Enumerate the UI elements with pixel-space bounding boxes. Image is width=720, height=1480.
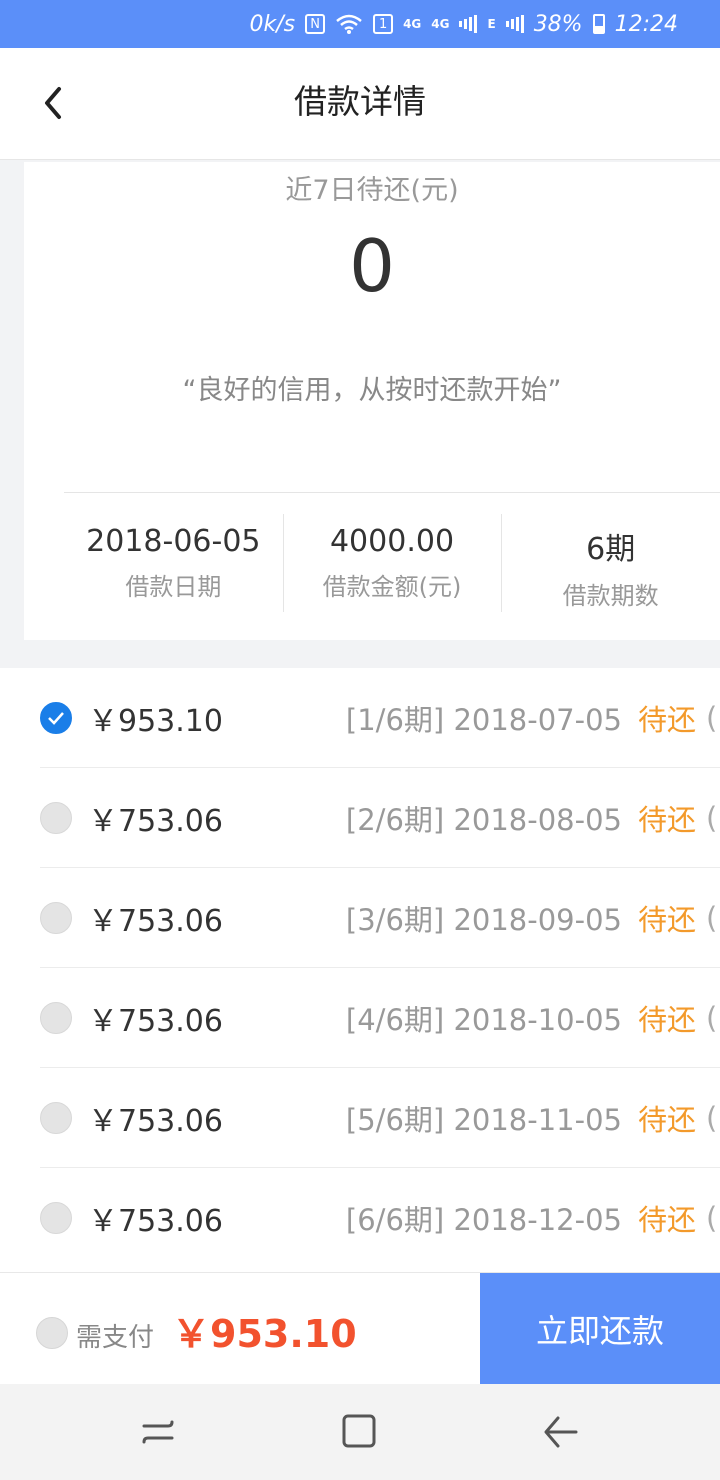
nfc-icon: N xyxy=(305,14,326,34)
installment-row[interactable]: ￥753.06 [5/6期] 2018-11-05 待还 ( xyxy=(40,1068,720,1168)
back-button[interactable] xyxy=(28,78,78,128)
installment-row[interactable]: ￥753.06 [2/6期] 2018-08-05 待还 ( xyxy=(40,768,720,868)
network-type-2: 4G xyxy=(431,17,450,31)
stat-value: 2018-06-05 xyxy=(86,524,261,559)
repay-now-button[interactable]: 立即还款 xyxy=(480,1273,720,1385)
installment-row[interactable]: ￥753.06 [3/6期] 2018-09-05 待还 ( xyxy=(40,868,720,968)
checkbox-unchecked-icon[interactable] xyxy=(40,801,72,834)
installment-row[interactable]: ￥753.06 [4/6期] 2018-10-05 待还 ( xyxy=(40,968,720,1068)
loan-summary-card: 近7日待还(元) 0 “良好的信用，从按时还款开始” 2018-06-05 借款… xyxy=(24,162,720,640)
installment-status: 待还 xyxy=(637,902,696,937)
installment-period: [1/6期] 2018-07-05 xyxy=(345,702,622,737)
due-7-days-amount: 0 xyxy=(349,224,395,308)
battery-icon xyxy=(592,14,605,34)
stat-label: 借款日期 xyxy=(125,573,222,601)
installment-period: [5/6期] 2018-11-05 xyxy=(345,1102,622,1137)
back-nav-icon[interactable] xyxy=(540,1412,580,1452)
system-nav-bar xyxy=(0,1384,720,1480)
installment-period: [4/6期] 2018-10-05 xyxy=(345,1002,622,1037)
installment-amount: ￥953.10 xyxy=(88,703,223,739)
checkbox-unchecked-icon[interactable] xyxy=(40,1001,72,1034)
installment-status: 待还 xyxy=(637,702,696,737)
chevron-right-icon: ( xyxy=(706,1100,718,1135)
network-type-3: E xyxy=(487,17,496,31)
loan-stats: 2018-06-05 借款日期 4000.00 借款金额(元) 6期 借款期数 xyxy=(64,514,720,612)
installment-row[interactable]: ￥753.06 [6/6期] 2018-12-05 待还 ( xyxy=(40,1168,720,1268)
status-bar: 0k/s N 1 4G 4G E 38% 12:24 xyxy=(0,0,720,48)
installment-amount: ￥753.06 xyxy=(88,1103,223,1139)
due-7-days-label: 近7日待还(元) xyxy=(285,175,459,206)
wifi-badge: 1 xyxy=(373,14,394,34)
checkbox-unchecked-icon[interactable] xyxy=(40,1202,72,1234)
chevron-right-icon: ( xyxy=(706,1201,718,1235)
stat-value: 6期 xyxy=(586,532,636,567)
battery-percent: 38% xyxy=(533,11,583,37)
network-type-1: 4G xyxy=(403,17,422,31)
installment-period: [3/6期] 2018-09-05 xyxy=(345,902,622,937)
checkbox-unchecked-icon[interactable] xyxy=(40,1101,72,1134)
installment-status: 待还 xyxy=(637,1002,696,1037)
credit-slogan: “良好的信用，从按时还款开始” xyxy=(182,375,562,406)
signal-icon-2 xyxy=(505,14,524,34)
page-title: 借款详情 xyxy=(294,82,426,121)
installment-period: [6/6期] 2018-12-05 xyxy=(345,1203,622,1237)
installment-amount: ￥753.06 xyxy=(88,1204,223,1239)
installment-row[interactable]: ￥953.10 [1/6期] 2018-07-05 待还 ( xyxy=(40,668,720,768)
recent-apps-icon[interactable] xyxy=(138,1412,178,1452)
installment-amount: ￥753.06 xyxy=(88,1003,223,1039)
stat-loan-periods: 6期 借款期数 xyxy=(501,514,720,612)
clock: 12:24 xyxy=(614,11,678,37)
chevron-right-icon: ( xyxy=(706,800,718,835)
home-icon[interactable] xyxy=(340,1412,380,1452)
header: 借款详情 xyxy=(0,48,720,160)
network-speed: 0k/s xyxy=(249,11,296,37)
installment-list: ￥953.10 [1/6期] 2018-07-05 待还 ( ￥753.06 [… xyxy=(0,668,720,1272)
installment-status: 待还 xyxy=(637,802,696,837)
stat-loan-date: 2018-06-05 借款日期 xyxy=(64,514,283,612)
pay-label: 需支付 xyxy=(76,1323,155,1353)
checkbox-unchecked-icon[interactable] xyxy=(40,901,72,934)
stat-label: 借款金额(元) xyxy=(322,573,462,601)
chevron-right-icon: ( xyxy=(706,1000,718,1035)
select-all-checkbox[interactable] xyxy=(36,1317,68,1349)
chevron-right-icon: ( xyxy=(706,900,718,935)
stat-value: 4000.00 xyxy=(329,524,455,559)
pay-bar: 需支付 ￥953.10 立即还款 xyxy=(0,1272,720,1385)
chevron-right-icon: ( xyxy=(706,700,718,735)
stat-label: 借款期数 xyxy=(562,582,659,610)
stat-loan-amount: 4000.00 借款金额(元) xyxy=(282,514,502,612)
installment-amount: ￥753.06 xyxy=(88,903,223,939)
installment-amount: ￥753.06 xyxy=(88,803,223,839)
checkbox-checked-icon[interactable] xyxy=(40,701,72,734)
wifi-icon xyxy=(335,13,363,35)
signal-icon-1 xyxy=(459,14,478,34)
pay-amount: ￥953.10 xyxy=(172,1312,357,1356)
installment-status: 待还 xyxy=(637,1102,696,1137)
installment-period: [2/6期] 2018-08-05 xyxy=(345,802,622,837)
chevron-left-icon xyxy=(45,87,61,119)
divider xyxy=(64,492,720,493)
installment-status: 待还 xyxy=(637,1203,696,1237)
